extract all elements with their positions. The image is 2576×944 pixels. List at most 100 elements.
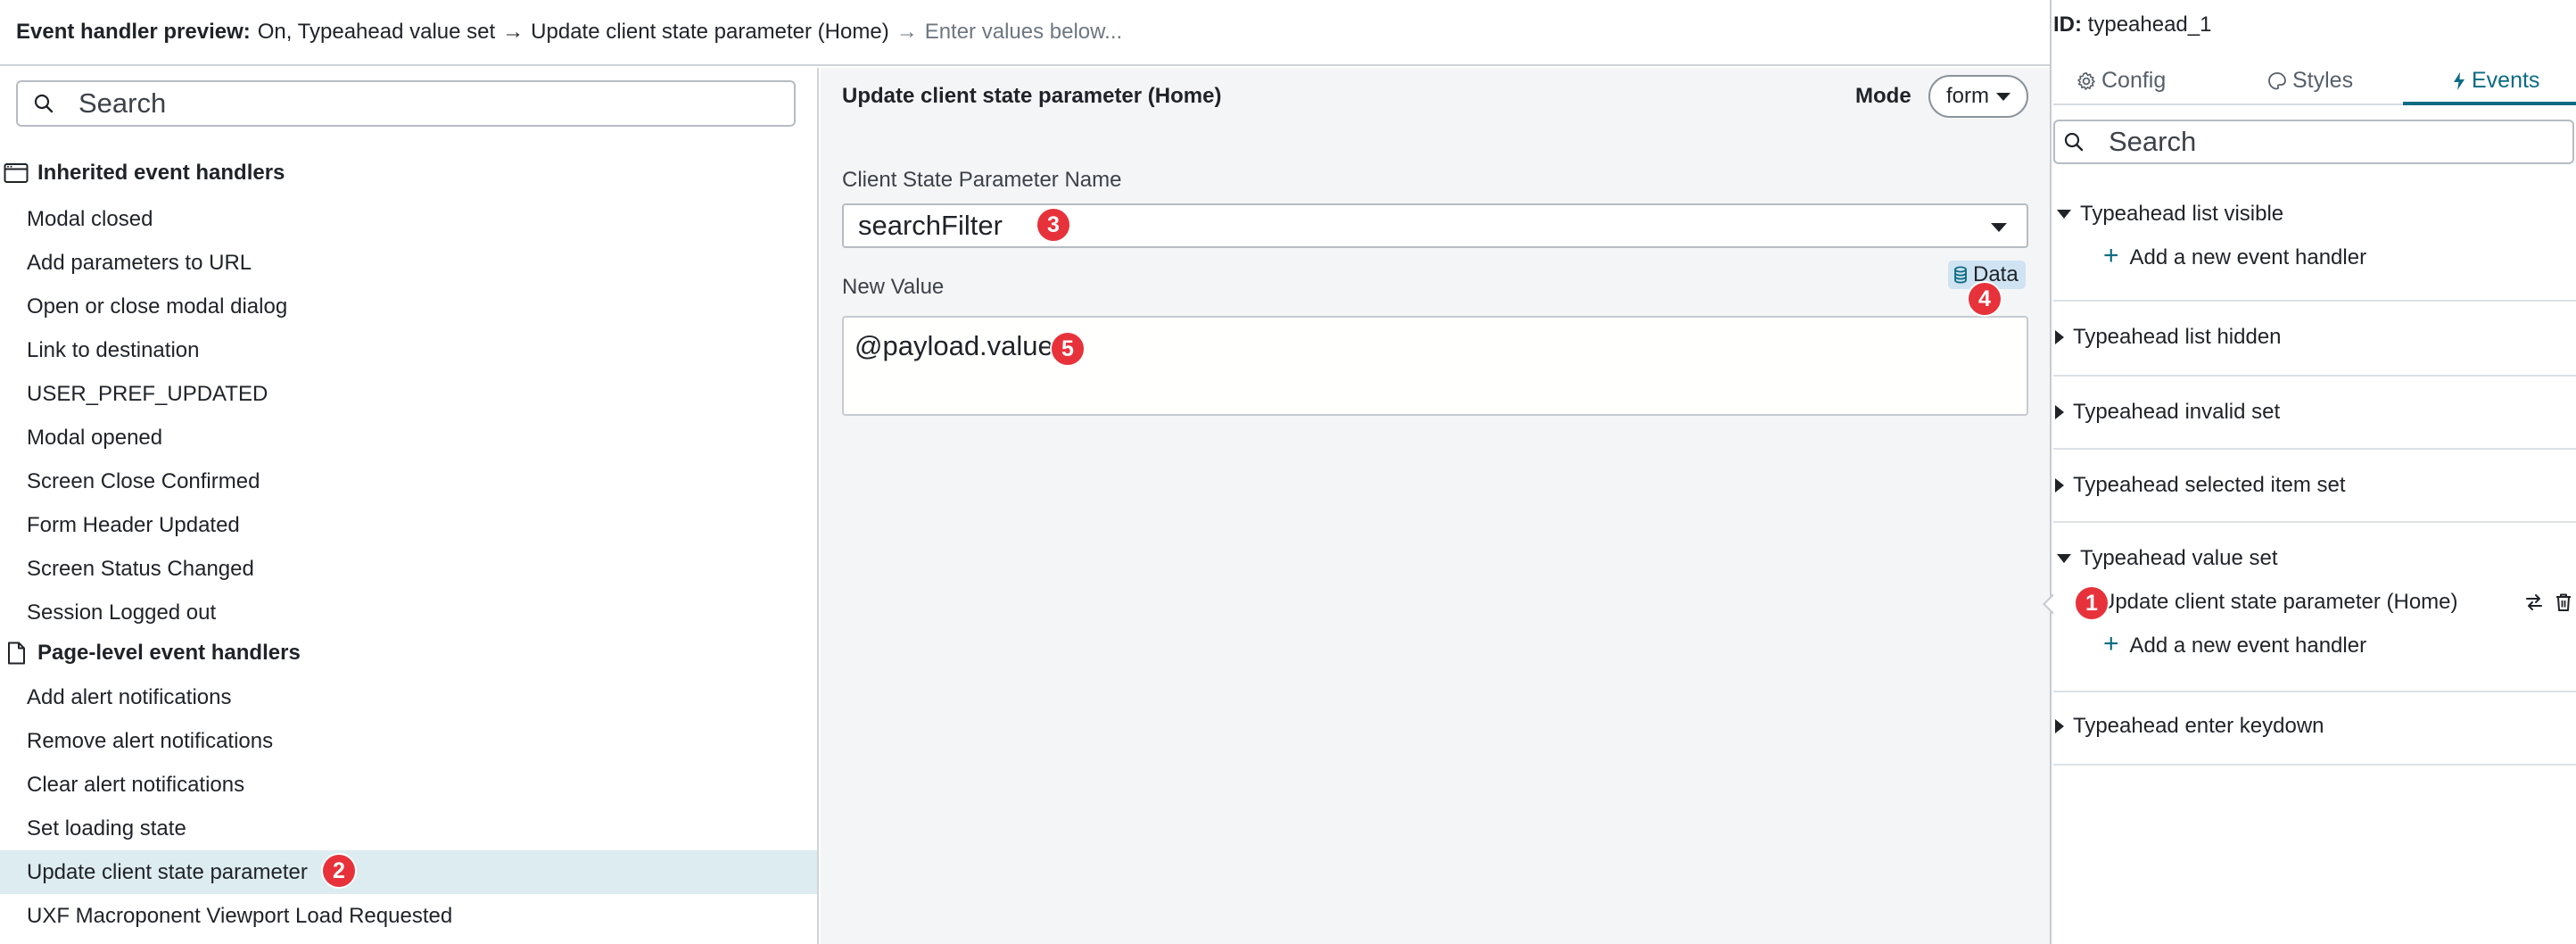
tab-styles[interactable]: Styles bbox=[2267, 68, 2353, 94]
add-handler-label: Add a new event handler bbox=[2129, 245, 2367, 269]
caret-down-icon bbox=[2057, 210, 2071, 219]
event-group-list-hidden: Typeahead list hidden bbox=[2053, 302, 2576, 377]
search-icon bbox=[34, 94, 54, 113]
handler-search-input[interactable]: Search bbox=[16, 80, 796, 127]
event-toggle-value-set[interactable]: Typeahead value set bbox=[2053, 541, 2278, 576]
event-toggle-selected-item-set[interactable]: Typeahead selected item set bbox=[2053, 468, 2346, 503]
list-item[interactable]: Link to destination bbox=[0, 328, 817, 372]
inspector-panel: ID: typeahead_1 Config Styles Events Sea… bbox=[2053, 0, 2576, 944]
form-title: Update client state parameter (Home) bbox=[842, 84, 1222, 108]
list-item-label: Link to destination bbox=[27, 337, 200, 362]
component-id: ID: typeahead_1 bbox=[2053, 12, 2211, 37]
preview-action: Update client state parameter (Home) bbox=[531, 20, 889, 44]
handler-list-panel: Search Inherited event handlers Modal cl… bbox=[0, 68, 819, 944]
caret-right-icon bbox=[2055, 330, 2064, 344]
add-handler-label: Add a new event handler bbox=[2129, 633, 2367, 658]
event-label: Typeahead enter keydown bbox=[2073, 714, 2324, 738]
param-name-select[interactable]: searchFilter bbox=[842, 203, 2028, 248]
search-placeholder: Search bbox=[2109, 126, 2197, 157]
marker-2: 2 bbox=[321, 853, 357, 889]
new-value-label: New Value bbox=[842, 275, 945, 299]
trash-icon[interactable] bbox=[2555, 592, 2572, 612]
event-search-input[interactable]: Search bbox=[2053, 120, 2574, 164]
hint-arrow-icon: → bbox=[896, 20, 918, 44]
list-item[interactable]: USER_PREF_UPDATED bbox=[0, 372, 817, 416]
list-item[interactable]: UXF Macroponent Viewport Load Requested bbox=[0, 894, 817, 938]
list-item-label: Set loading state bbox=[27, 816, 186, 840]
list-item[interactable]: Modal closed bbox=[0, 197, 817, 241]
caret-right-icon bbox=[2055, 405, 2064, 419]
add-event-handler-button[interactable]: + Add a new event handler bbox=[2103, 240, 2366, 276]
list-item[interactable]: Modal opened bbox=[0, 416, 817, 460]
inspector-tabs: Config Styles Events bbox=[2053, 55, 2576, 105]
param-name-label: Client State Parameter Name bbox=[842, 168, 1122, 192]
page-level-handlers-heading: Page-level event handlers bbox=[0, 632, 301, 675]
window-icon bbox=[4, 163, 29, 183]
new-value-field[interactable]: @payload.value bbox=[842, 316, 2028, 416]
tab-events[interactable]: Events bbox=[2452, 68, 2539, 94]
database-icon bbox=[1954, 266, 1967, 284]
marker-4: 4 bbox=[1967, 281, 2002, 317]
list-item-label: Modal opened bbox=[27, 425, 163, 450]
marker-5: 5 bbox=[1050, 331, 1086, 367]
caret-right-icon bbox=[2055, 719, 2064, 733]
list-item[interactable]: Session Logged out bbox=[0, 591, 817, 634]
chevron-down-icon bbox=[1996, 92, 2010, 101]
list-item-label: Screen Close Confirmed bbox=[27, 468, 260, 493]
list-item-label: Clear alert notifications bbox=[27, 772, 245, 797]
swap-icon[interactable] bbox=[2524, 592, 2544, 612]
caret-right-icon bbox=[2055, 478, 2064, 493]
tab-config-label: Config bbox=[2101, 68, 2167, 93]
list-item[interactable]: Screen Status Changed bbox=[0, 547, 817, 591]
list-item[interactable]: Remove alert notifications bbox=[0, 719, 817, 763]
event-toggle-list-hidden[interactable]: Typeahead list hidden bbox=[2053, 319, 2282, 355]
gear-icon bbox=[2077, 71, 2095, 90]
list-item[interactable]: Set loading state bbox=[0, 807, 817, 850]
plus-icon: + bbox=[2103, 241, 2119, 270]
event-group-enter-keydown: Typeahead enter keydown bbox=[2053, 692, 2576, 766]
event-label: Typeahead value set bbox=[2080, 546, 2278, 570]
preview-title: Event handler preview: bbox=[16, 20, 251, 44]
list-item-label: Screen Status Changed bbox=[27, 556, 254, 581]
palette-icon bbox=[2268, 71, 2286, 89]
arrow-right-icon: → bbox=[502, 20, 524, 44]
preview-header: Event handler preview: On, Typeahead val… bbox=[0, 0, 2050, 66]
list-item-label: Open or close modal dialog bbox=[27, 294, 288, 319]
add-event-handler-button[interactable]: + Add a new event handler bbox=[2103, 628, 2366, 664]
configured-event-handler[interactable]: Update client state parameter (Home) bbox=[2100, 584, 2458, 620]
active-tab-indicator bbox=[2403, 102, 2576, 105]
list-item-label: Add alert notifications bbox=[27, 684, 232, 709]
list-item-label: Remove alert notifications bbox=[27, 728, 274, 753]
list-item-selected[interactable]: Update client state parameter bbox=[0, 850, 817, 894]
mode-select[interactable]: form bbox=[1928, 75, 2028, 118]
event-toggle-invalid-set[interactable]: Typeahead invalid set bbox=[2053, 394, 2280, 430]
preview-hint: Enter values below... bbox=[924, 20, 1123, 44]
chevron-down-icon bbox=[1991, 223, 2007, 232]
tab-styles-label: Styles bbox=[2292, 68, 2354, 93]
caret-down-icon bbox=[2057, 554, 2071, 563]
tab-config[interactable]: Config bbox=[2076, 68, 2166, 94]
list-item[interactable]: Screen Close Confirmed bbox=[0, 460, 817, 503]
list-item[interactable]: Add alert notifications bbox=[0, 675, 817, 719]
event-label: Typeahead list visible bbox=[2080, 202, 2284, 226]
new-value-text: @payload.value bbox=[855, 330, 1053, 361]
event-toggle-list-visible[interactable]: Typeahead list visible bbox=[2053, 196, 2283, 232]
list-item-label: Form Header Updated bbox=[27, 512, 240, 537]
event-group-value-set: Typeahead value set Update client state … bbox=[2053, 523, 2576, 692]
lightning-icon bbox=[2454, 71, 2465, 90]
plus-icon: + bbox=[2103, 629, 2119, 658]
search-icon bbox=[2064, 132, 2084, 152]
tab-events-label: Events bbox=[2472, 68, 2540, 93]
list-item-label: UXF Macroponent Viewport Load Requested bbox=[27, 903, 453, 928]
list-item[interactable]: Open or close modal dialog bbox=[0, 285, 817, 328]
list-item[interactable]: Form Header Updated bbox=[0, 503, 817, 547]
component-id-value: typeahead_1 bbox=[2087, 12, 2212, 37]
list-item[interactable]: Add parameters to URL bbox=[0, 241, 817, 285]
event-label: Typeahead invalid set bbox=[2073, 400, 2281, 424]
page-level-heading-label: Page-level event handlers bbox=[37, 641, 301, 665]
event-group-selected-item-set: Typeahead selected item set bbox=[2053, 450, 2576, 523]
document-icon bbox=[8, 642, 25, 665]
list-item[interactable]: Clear alert notifications bbox=[0, 763, 817, 807]
handler-entry-label: Update client state parameter (Home) bbox=[2100, 590, 2458, 614]
event-toggle-enter-keydown[interactable]: Typeahead enter keydown bbox=[2053, 708, 2324, 744]
